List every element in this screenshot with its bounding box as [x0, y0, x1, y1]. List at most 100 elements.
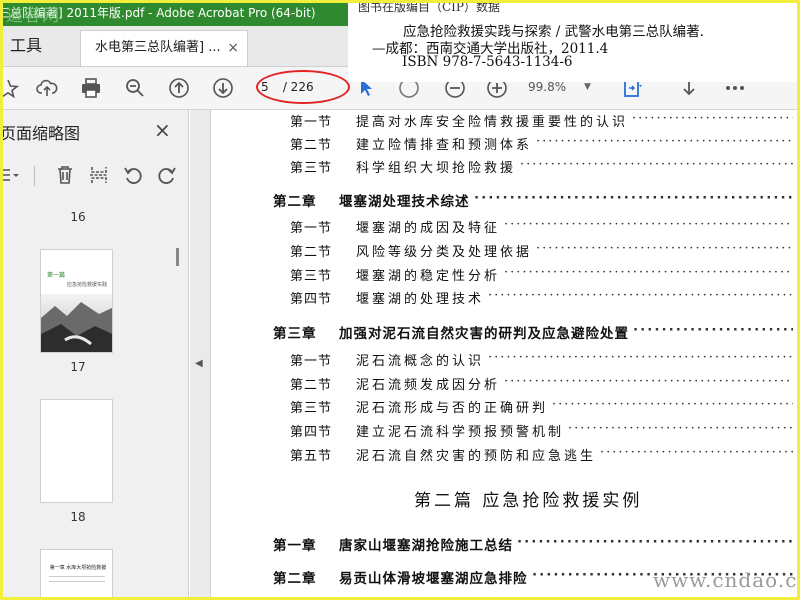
toc-leader-dots: ········································…	[504, 217, 793, 232]
thumbnail-label: 17	[70, 360, 86, 374]
thumbnail-list: 16 第一篇 应急抢险救援实践 17 18 第一章 水库大坝抢险救援	[0, 202, 175, 600]
toc-section-number: 第一节	[290, 115, 333, 130]
tab-close-icon[interactable]: ×	[227, 31, 239, 65]
previous-page-icon[interactable]	[168, 77, 190, 99]
toc-leader-dots: ········································…	[488, 350, 793, 365]
rotate-right-icon[interactable]	[156, 164, 178, 186]
toc-section-number: 第一节	[290, 354, 333, 369]
toc-leader-dots: ········································…	[633, 322, 793, 338]
print-icon[interactable]	[80, 77, 102, 99]
toc-leader-dots: ········································…	[536, 241, 793, 256]
site-watermark-bottom: www.cndao.com	[653, 568, 800, 592]
tab-tools[interactable]: 工具	[0, 26, 78, 66]
toc-leader-dots: ········································…	[600, 445, 793, 460]
toc-section-title: 科学组织大坝抢险救援	[356, 161, 517, 176]
toc-leader-dots: ········································…	[552, 397, 793, 412]
toc-chapter-title: 易贡山体滑坡堰塞湖应急排险	[339, 571, 528, 587]
toc-chapter-title: 堰塞湖处理技术综述	[339, 194, 470, 210]
thumbnail-text-line	[49, 576, 105, 577]
toc-section-row[interactable]: 第四节 建立泥石流科学预报预警机制 ························…	[290, 421, 793, 443]
toc-section-title: 建立险情排查和预测体系	[356, 138, 533, 153]
toc-leader-dots: ········································…	[474, 190, 793, 206]
toc-chapter-row[interactable]: 第三章 加强对泥石流自然灾害的研判及应急避险处置 ·················…	[273, 322, 793, 344]
collapse-arrow-icon: ◀	[195, 358, 203, 369]
tab-document[interactable]: 水电第三总队编著] ... ×	[80, 30, 248, 66]
thumbnail-page-19[interactable]: 第一章 水库大坝抢险救援	[40, 549, 113, 600]
citation-overlay: 图书在版编目（CIP）数据 应急抢险救援实践与探索 / 武警水电第三总队编著. …	[348, 0, 800, 82]
toc-leader-dots: ········································…	[568, 421, 793, 436]
part-heading: 第二篇 应急抢险救援实例	[414, 491, 643, 511]
panel-toolbar	[0, 160, 188, 192]
toc-section-row[interactable]: 第一节 堰塞湖的成因及特征 ····························…	[290, 217, 793, 239]
toc-section-row[interactable]: 第三节 科学组织大坝抢险救援 ···························…	[290, 157, 793, 179]
toc-chapter-number: 第二章	[273, 571, 317, 587]
panel-toolbar-divider	[34, 166, 35, 186]
toc-section-number: 第三节	[290, 269, 333, 284]
next-page-icon[interactable]	[212, 77, 234, 99]
page-thumbnails-panel: 页面缩略图 × 16 第一篇 应急抢险救援实践 17 18 第一章 水库大坝抢险…	[0, 110, 189, 600]
toc-section-title: 风险等级分类及处理依据	[356, 245, 533, 260]
toc-section-row[interactable]: 第三节 堰塞湖的稳定性分析 ····························…	[290, 265, 793, 287]
toc-section-title: 泥石流概念的认识	[356, 354, 485, 369]
toc-chapter-title: 唐家山堰塞湖抢险施工总结	[339, 538, 513, 554]
toc-section-number: 第二节	[290, 245, 333, 260]
thumbnail-page-18[interactable]	[40, 399, 113, 503]
toc-section-row[interactable]: 第四节 堰塞湖的处理技术 ·····························…	[290, 288, 793, 310]
toc-leader-dots: ········································…	[488, 288, 793, 303]
toc-chapter-title: 加强对泥石流自然灾害的研判及应急避险处置	[339, 326, 629, 342]
toc-section-number: 第三节	[290, 161, 333, 176]
toc-section-row[interactable]: 第五节 泥石流自然灾害的预防和应急逃生 ······················…	[290, 445, 793, 467]
toc-section-number: 第四节	[290, 425, 333, 440]
page-number-highlight-circle	[256, 70, 350, 104]
site-watermark: 道客网	[6, 6, 60, 26]
citation-heading: 图书在版编目（CIP）数据	[358, 0, 500, 14]
toc-chapter-number: 第三章	[273, 326, 317, 342]
rotate-left-icon[interactable]	[122, 164, 144, 186]
toc-leader-dots: ········································…	[504, 374, 793, 389]
toc-section-title: 泥石流形成与否的正确研判	[356, 401, 549, 416]
toc-section-title: 泥石流频发成因分析	[356, 378, 501, 393]
toc-section-title: 泥石流自然灾害的预防和应急逃生	[356, 449, 597, 464]
toc-section-row[interactable]: 第三节 泥石流形成与否的正确研判 ·························…	[290, 397, 793, 419]
citation-isbn-line: ISBN 978-7-5643-1134-6	[402, 54, 573, 70]
thumbnail-heading: 第一章 水库大坝抢险救援	[49, 565, 107, 571]
thumbnail-text-line	[49, 581, 105, 582]
panel-title: 页面缩略图	[0, 124, 81, 143]
thumbnail-scrollbar[interactable]	[176, 248, 179, 266]
panel-close-icon[interactable]: ×	[154, 118, 171, 142]
toc-section-row[interactable]: 第二节 泥石流频发成因分析 ····························…	[290, 374, 793, 396]
extract-pages-icon[interactable]	[88, 164, 110, 186]
toc-leader-dots: ········································…	[504, 265, 793, 280]
tab-document-label: 水电第三总队编著] ...	[95, 40, 221, 55]
options-menu-icon[interactable]	[0, 164, 22, 186]
toc-section-row[interactable]: 第一节 提高对水库安全险情救援重要性的认识 ····················…	[290, 111, 793, 133]
delete-page-icon[interactable]	[54, 164, 76, 186]
toc-leader-dots: ········································…	[632, 111, 793, 126]
toc-section-row[interactable]: 第一节 泥石流概念的认识 ·····························…	[290, 350, 793, 372]
toc-chapter-row[interactable]: 第一章 唐家山堰塞湖抢险施工总结 ·························…	[273, 534, 793, 556]
toc-chapter-number: 第一章	[273, 538, 317, 554]
toc-chapter-number: 第二章	[273, 194, 317, 210]
toc-section-number: 第五节	[290, 449, 333, 464]
document-page: 第一节 提高对水库安全险情救援重要性的认识 ····················…	[211, 110, 800, 600]
toc-section-number: 第四节	[290, 292, 333, 307]
toc-section-number: 第二节	[290, 138, 333, 153]
toc-leader-dots: ········································…	[536, 134, 793, 149]
panel-collapse-handle[interactable]: ◀	[190, 110, 211, 600]
toc-section-row[interactable]: 第二节 风险等级分类及处理依据 ··························…	[290, 241, 793, 263]
thumbnail-label: 16	[70, 210, 86, 224]
toc-section-row[interactable]: 第二节 建立险情排查和预测体系 ··························…	[290, 134, 793, 156]
toc-section-number: 第三节	[290, 401, 333, 416]
thumbnail-page-17[interactable]: 第一篇 应急抢险救援实践	[40, 249, 113, 353]
toc-chapter-row[interactable]: 第二章 堰塞湖处理技术综述 ····························…	[273, 190, 793, 212]
toc-section-title: 堰塞湖的处理技术	[356, 292, 485, 307]
toc-section-title: 建立泥石流科学预报预警机制	[356, 425, 565, 440]
toc-leader-dots: ········································…	[520, 157, 793, 172]
cloud-upload-icon[interactable]	[36, 77, 58, 99]
bookmark-star-icon[interactable]	[0, 77, 22, 99]
zoom-search-icon[interactable]	[124, 77, 146, 99]
toc-section-title: 堰塞湖的稳定性分析	[356, 269, 501, 284]
toc-section-number: 第一节	[290, 221, 333, 236]
toc-leader-dots: ········································…	[517, 534, 793, 550]
thumbnail-heading: 第一篇	[47, 272, 66, 279]
